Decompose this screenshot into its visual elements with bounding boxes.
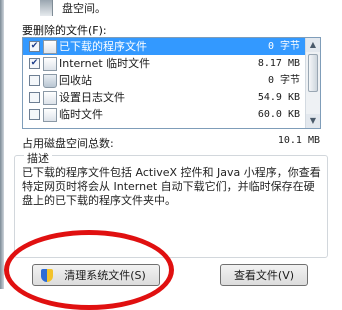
file-size: 60.0 KB [257,109,300,120]
file-name: 回收站 [59,74,92,87]
file-row-setup-logs[interactable]: 设置日志文件 54.9 KB [23,89,320,106]
file-name: Internet 临时文件 [59,57,151,70]
file-size: 0 字节 [267,75,300,86]
file-name: 已下载的程序文件 [59,40,147,53]
checkbox[interactable] [29,75,40,86]
scroll-down-icon[interactable]: ▼ [306,114,320,128]
file-row-downloaded-programs[interactable]: ✔ 已下载的程序文件 0 字节 [23,38,320,55]
files-to-delete-label: 要删除的文件(F): [22,24,107,37]
checkbox[interactable]: ✔ [29,58,40,69]
file-icon [43,40,57,54]
scroll-up-icon[interactable]: ▲ [306,38,320,52]
red-highlight-circle [4,230,174,310]
file-icon [43,108,57,122]
file-size: 0 字节 [267,41,300,52]
file-icon [43,91,57,105]
file-name: 临时文件 [59,108,103,121]
description-text: 已下载的程序文件包括 ActiveX 控件和 Java 小程序，你查看特定网页时… [22,166,321,207]
window-edge [0,0,4,289]
description-title: 描述 [24,150,52,166]
checkbox[interactable] [29,109,40,120]
file-name: 设置日志文件 [59,91,125,104]
file-row-recycle-bin[interactable]: 回收站 0 字节 [23,72,320,89]
file-icon [43,57,57,71]
file-row-temp-files[interactable]: 临时文件 60.0 KB [23,106,320,123]
checkbox[interactable]: ✔ [29,41,40,52]
scroll-thumb[interactable] [308,54,318,92]
view-files-button[interactable]: 查看文件(V) [220,264,308,286]
file-size: 8.17 MB [257,58,300,69]
list-scrollbar[interactable]: ▲ ▼ [305,38,320,128]
file-row-internet-temp[interactable]: ✔ Internet 临时文件 8.17 MB [23,55,320,72]
drive-icon [40,0,53,16]
checkbox[interactable] [29,92,40,103]
header-text: 盘空间。 [62,2,106,15]
total-space-value: 10.1 MB [277,135,320,146]
recycle-bin-icon [43,74,57,88]
total-space-label: 占用磁盘空间总数: [22,137,114,150]
files-to-delete-list[interactable]: ✔ 已下载的程序文件 0 字节 ✔ Internet 临时文件 8.17 MB … [22,37,321,129]
file-size: 54.9 KB [257,92,300,103]
